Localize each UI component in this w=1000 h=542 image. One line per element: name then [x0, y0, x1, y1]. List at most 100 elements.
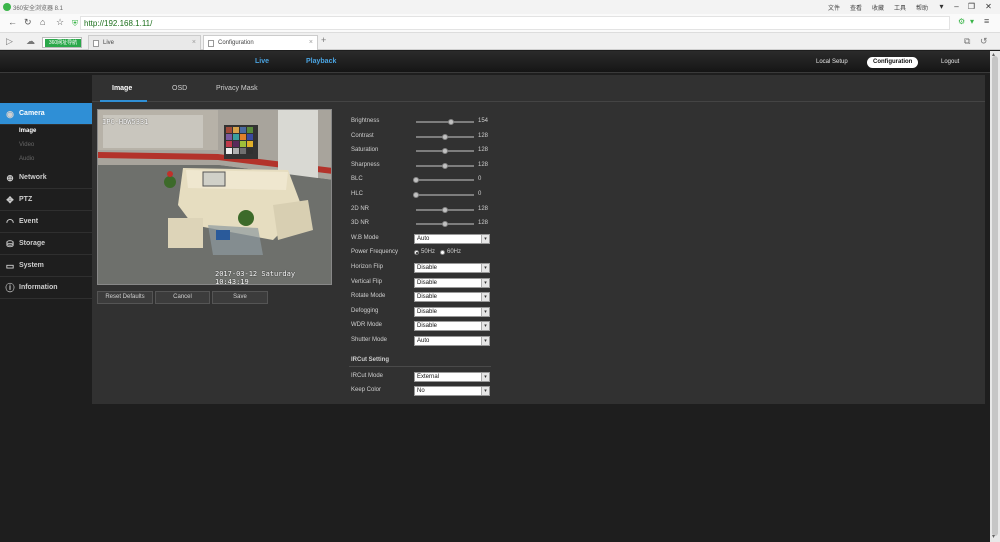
cloud-icon[interactable]: ☁ [26, 36, 35, 47]
scroll-down-icon[interactable]: ▾ [992, 533, 995, 540]
slider-label: Saturation [351, 147, 379, 153]
security-icon[interactable]: ⚙ [958, 17, 965, 26]
sidebar-subitem-image[interactable]: Image [0, 125, 92, 139]
setting-select[interactable]: Disable ▾ [414, 263, 490, 273]
slider-handle[interactable] [413, 192, 419, 198]
close-tab-icon[interactable]: × [309, 39, 313, 46]
slider-handle[interactable] [442, 221, 448, 227]
sidebar-item-ptz[interactable]: ✥ PTZ [0, 189, 92, 211]
star-icon[interactable]: ☆ [56, 17, 64, 28]
slider-handle[interactable] [442, 207, 448, 213]
app-top-nav: Live Playback Local Setup Configuration … [0, 51, 990, 73]
ircut-mode-select[interactable]: External ▾ [414, 372, 490, 382]
close-window-icon[interactable]: ✕ [983, 1, 994, 12]
video-osd-timestamp: 2017-03-12 Saturday 10:43:19 [215, 270, 296, 285]
menu-dropdown-icon[interactable]: ▾ [936, 1, 947, 12]
active-tab-indicator [100, 100, 147, 102]
info-icon: ⓘ [5, 283, 15, 293]
slider-label: HLC [351, 191, 364, 197]
tab-osd[interactable]: OSD [172, 85, 187, 92]
radio-50hz[interactable] [414, 250, 419, 255]
slider-value: 128 [478, 133, 489, 139]
setting-select[interactable]: Disable ▾ [414, 292, 490, 302]
dropdown-icon[interactable]: ▾ [970, 17, 974, 26]
setting-select[interactable]: Disable ▾ [414, 307, 490, 317]
select-label: Rotate Mode [351, 293, 386, 299]
chevron-down-icon: ▾ [481, 279, 489, 287]
tab-privacy-mask[interactable]: Privacy Mask [216, 85, 258, 92]
url-input[interactable]: ⛨ http://192.168.1.11/ [72, 16, 950, 30]
select-value: Disable [417, 265, 438, 271]
video-osd-channel: IPC-HDW5331 [102, 118, 149, 126]
sidebar-item-label: System [19, 262, 44, 269]
slider-label: Contrast [351, 133, 374, 139]
select-label: Vertical Flip [351, 279, 383, 285]
radio-60hz[interactable] [440, 250, 445, 255]
sidebar-item-camera[interactable]: ◉ Camera [0, 103, 99, 125]
menu-favorites[interactable]: 收藏 [872, 3, 884, 12]
sidebar-item-label: Information [19, 284, 58, 291]
slider-label: 2D NR [351, 206, 370, 212]
sidebar-item-label: Storage [19, 240, 46, 247]
refresh-icon[interactable]: ↻ [24, 17, 32, 28]
undo-icon[interactable]: ↺ [980, 36, 988, 47]
menu-view[interactable]: 查看 [850, 3, 862, 12]
nav-logout[interactable]: Logout [941, 59, 959, 65]
chevron-down-icon: ▾ [481, 337, 489, 345]
nav-configuration[interactable]: Configuration [867, 57, 919, 68]
new-tab-icon[interactable]: + [321, 35, 326, 45]
save-button[interactable]: Save [212, 291, 268, 304]
sidebar-item-label: Camera [19, 110, 45, 117]
menu-file[interactable]: 文件 [828, 3, 840, 12]
sidebar-item-information[interactable]: ⓘ Information [0, 277, 92, 299]
select-label: Horizon Flip [351, 264, 384, 270]
close-tab-icon[interactable]: × [192, 39, 196, 46]
slider-track[interactable] [416, 179, 474, 181]
slider-handle[interactable] [442, 148, 448, 154]
slider-handle[interactable] [442, 134, 448, 140]
slider-label: 3D NR [351, 220, 370, 226]
bookmark-button[interactable]: 360网址导航 [42, 37, 82, 48]
setting-select[interactable]: Auto ▾ [414, 336, 490, 346]
keep-color-select[interactable]: No ▾ [414, 386, 490, 396]
cancel-button[interactable]: Cancel [155, 291, 210, 304]
tab-live[interactable]: Live × [88, 35, 201, 50]
slider-track[interactable] [416, 121, 474, 123]
maximize-icon[interactable]: ❐ [966, 1, 977, 12]
tab-image[interactable]: Image [112, 85, 132, 92]
page-scrollbar[interactable]: ▴ ▾ [990, 51, 1000, 542]
slider-value: 128 [478, 220, 489, 226]
url-text: http://192.168.1.11/ [84, 19, 153, 28]
browser-title-bar: 360安全浏览器 8.1 文件 查看 收藏 工具 帮助 ▾ – ❐ ✕ [0, 0, 1000, 14]
sidebar-item-network[interactable]: ⊕ Network [0, 167, 92, 189]
menu-help[interactable]: 帮助 [916, 3, 928, 12]
home-icon[interactable]: ⌂ [40, 17, 45, 27]
menu-tools[interactable]: 工具 [894, 3, 906, 12]
reset-defaults-button[interactable]: Reset Defaults [97, 291, 153, 304]
restore-tab-icon[interactable]: ⧉ [964, 36, 970, 47]
select-value: Disable [417, 309, 438, 315]
sidebar-subitem-audio[interactable]: Audio [0, 153, 92, 167]
sidebar-item-system[interactable]: ▭ System [0, 255, 92, 277]
sidebar-toggle-icon[interactable]: ▷ [6, 36, 13, 47]
slider-value: 0 [478, 191, 482, 197]
slider-handle[interactable] [442, 163, 448, 169]
slider-track[interactable] [416, 194, 474, 196]
nav-live[interactable]: Live [255, 58, 269, 65]
sidebar-item-storage[interactable]: ⛁ Storage [0, 233, 92, 255]
wb-mode-select[interactable]: Auto ▾ [414, 234, 490, 244]
nav-local-setup[interactable]: Local Setup [816, 59, 848, 65]
tab-configuration[interactable]: Configuration × [203, 35, 318, 50]
setting-select[interactable]: Disable ▾ [414, 278, 490, 288]
sidebar-item-event[interactable]: ◠ Event [0, 211, 92, 233]
setting-select[interactable]: Disable ▾ [414, 321, 490, 331]
menu-icon[interactable]: ≡ [984, 16, 989, 26]
back-icon[interactable]: ← [8, 17, 17, 27]
scroll-thumb[interactable] [992, 56, 998, 536]
minimize-icon[interactable]: – [951, 1, 962, 12]
nav-playback[interactable]: Playback [306, 58, 336, 65]
slider-handle[interactable] [448, 119, 454, 125]
sidebar-subitem-video[interactable]: Video [0, 139, 92, 153]
sidebar-item-label: PTZ [19, 196, 33, 203]
slider-handle[interactable] [413, 177, 419, 183]
